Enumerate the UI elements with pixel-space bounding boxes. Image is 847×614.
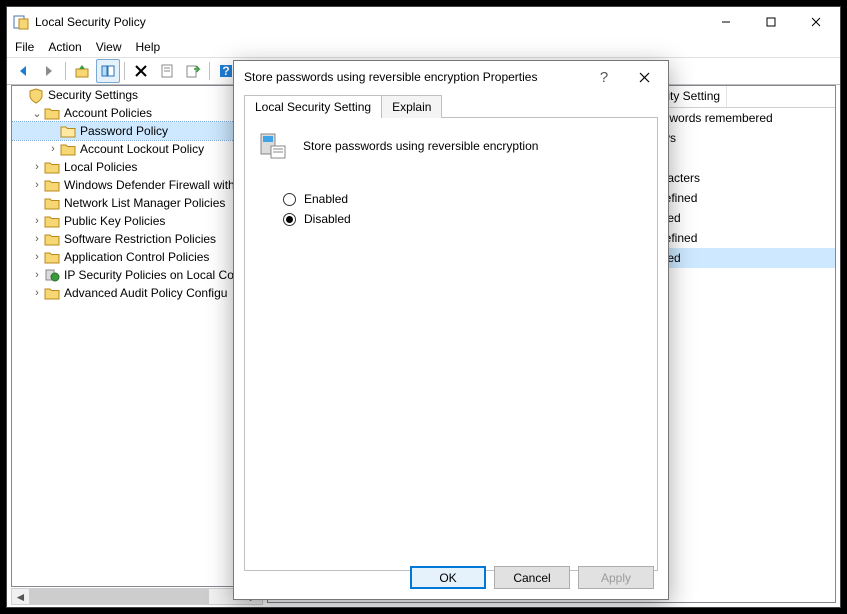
menu-file[interactable]: File — [15, 40, 34, 54]
tree-item-label: IP Security Policies on Local Co — [64, 268, 234, 282]
tree-item[interactable]: › Public Key Policies — [12, 212, 262, 230]
tab-explain[interactable]: Explain — [381, 95, 442, 118]
radio-enabled-label: Enabled — [304, 192, 348, 206]
tree-item[interactable]: › Software Restriction Policies — [12, 230, 262, 248]
tree-item[interactable]: › Local Policies — [12, 158, 262, 176]
folder-icon — [60, 142, 76, 156]
show-tree-button[interactable] — [96, 59, 120, 83]
tree-root-label: Security Settings — [48, 88, 138, 102]
expand-icon[interactable]: › — [30, 251, 44, 263]
folder-icon — [44, 214, 60, 228]
dialog-close-button[interactable] — [624, 63, 664, 91]
tree-item-label: Network List Manager Policies — [64, 196, 225, 210]
tree-item[interactable]: Network List Manager Policies — [12, 194, 262, 212]
forward-button[interactable] — [37, 59, 61, 83]
cancel-button[interactable]: Cancel — [494, 566, 570, 589]
tree-item-label: Account Lockout Policy — [80, 142, 204, 156]
dialog-policy-name: Store passwords using reversible encrypt… — [303, 139, 538, 153]
scroll-thumb[interactable] — [29, 589, 209, 604]
expand-icon[interactable]: › — [30, 287, 44, 299]
titlebar[interactable]: Local Security Policy — [7, 7, 840, 37]
radio-disabled-label: Disabled — [304, 212, 351, 226]
apply-button[interactable]: Apply — [578, 566, 654, 589]
menu-help[interactable]: Help — [136, 40, 161, 54]
radio-enabled[interactable]: Enabled — [283, 192, 645, 206]
folder-icon — [44, 178, 60, 192]
menu-action[interactable]: Action — [48, 40, 81, 54]
tree-item[interactable]: › IP Security Policies on Local Co — [12, 266, 262, 284]
tree-item[interactable]: › Windows Defender Firewall with — [12, 176, 262, 194]
tree-item-label: Local Policies — [64, 160, 137, 174]
tree-item-label: Windows Defender Firewall with — [64, 178, 235, 192]
radio-disabled[interactable]: Disabled — [283, 212, 645, 226]
tree-item[interactable]: Password Policy — [12, 122, 262, 140]
tree-item-label: Advanced Audit Policy Configu — [64, 286, 227, 300]
shield-icon — [28, 88, 44, 102]
scroll-left-icon[interactable]: ◄ — [12, 589, 29, 604]
server-icon — [257, 130, 289, 162]
tab-local-security-setting[interactable]: Local Security Setting — [244, 95, 382, 118]
dialog-tabs: Local Security Setting Explain — [244, 95, 658, 118]
minimize-button[interactable] — [703, 8, 748, 36]
expand-icon[interactable]: ⌄ — [30, 107, 44, 120]
folder-icon — [60, 124, 76, 138]
expand-icon[interactable]: › — [30, 269, 44, 281]
dialog-help-button[interactable]: ? — [584, 63, 624, 91]
maximize-button[interactable] — [748, 8, 793, 36]
radio-icon — [283, 213, 296, 226]
dialog-titlebar[interactable]: Store passwords using reversible encrypt… — [234, 61, 668, 93]
folder-icon — [44, 250, 60, 264]
folder-icon — [44, 160, 60, 174]
properties-button[interactable] — [155, 59, 179, 83]
tree-item-label: Public Key Policies — [64, 214, 165, 228]
radio-icon — [283, 193, 296, 206]
svg-text:?: ? — [222, 64, 229, 78]
expand-icon[interactable]: › — [46, 143, 60, 155]
tree-item[interactable]: ⌄ Account Policies — [12, 104, 262, 122]
dialog-tabpanel: Store passwords using reversible encrypt… — [244, 117, 658, 571]
dialog-title: Store passwords using reversible encrypt… — [244, 70, 537, 84]
expand-icon[interactable]: › — [30, 215, 44, 227]
menu-view[interactable]: View — [96, 40, 122, 54]
folder-icon — [44, 232, 60, 246]
tree-item-label: Application Control Policies — [64, 250, 209, 264]
menubar: File Action View Help — [7, 37, 840, 57]
close-button[interactable] — [793, 8, 838, 36]
navigation-tree[interactable]: Security Settings ⌄ Account Policies Passwo… — [11, 85, 263, 587]
tree-horizontal-scrollbar[interactable]: ◄ ► — [11, 588, 263, 605]
folder-icon — [44, 268, 60, 282]
window-title: Local Security Policy — [35, 15, 146, 29]
tree-item[interactable]: › Advanced Audit Policy Configu — [12, 284, 262, 302]
folder-icon — [44, 286, 60, 300]
folder-icon — [44, 106, 60, 120]
properties-dialog: Store passwords using reversible encrypt… — [233, 60, 669, 600]
expand-icon[interactable]: › — [30, 233, 44, 245]
delete-button[interactable] — [129, 59, 153, 83]
tree-item[interactable]: › Account Lockout Policy — [12, 140, 262, 158]
folder-icon — [44, 196, 60, 210]
tree-item[interactable]: › Application Control Policies — [12, 248, 262, 266]
tree-root[interactable]: Security Settings — [12, 86, 262, 104]
tree-item-label: Software Restriction Policies — [64, 232, 216, 246]
back-button[interactable] — [11, 59, 35, 83]
expand-icon[interactable]: › — [30, 161, 44, 173]
tree-item-label: Password Policy — [80, 124, 168, 138]
expand-icon[interactable]: › — [30, 179, 44, 191]
tree-item-label: Account Policies — [64, 106, 152, 120]
app-icon — [13, 14, 29, 30]
export-button[interactable] — [181, 59, 205, 83]
up-button[interactable] — [70, 59, 94, 83]
ok-button[interactable]: OK — [410, 566, 486, 589]
